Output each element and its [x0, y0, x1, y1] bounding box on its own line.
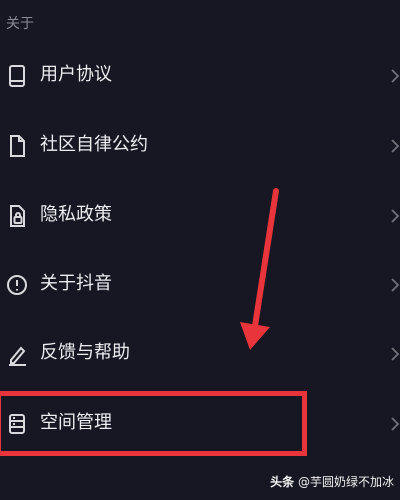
chevron-right-icon — [390, 275, 400, 295]
menu-item-label: 用户协议 — [40, 64, 112, 85]
menu-item-label: 隐私政策 — [40, 204, 112, 225]
watermark-prefix: 头条 — [270, 475, 295, 489]
chevron-right-icon — [390, 344, 400, 364]
menu-item-label: 关于抖音 — [40, 273, 112, 294]
chevron-right-icon — [390, 66, 400, 86]
menu-item-label: 反馈与帮助 — [40, 342, 130, 363]
highlight-box — [0, 391, 307, 456]
privacy-lock-icon — [6, 203, 28, 229]
pencil-icon — [6, 341, 28, 367]
chevron-right-icon — [390, 414, 400, 434]
menu-item-about-douyin[interactable]: 关于抖音 — [0, 250, 400, 320]
chevron-right-icon — [390, 206, 400, 226]
menu-item-privacy-policy[interactable]: 隐私政策 — [0, 181, 400, 251]
info-circle-icon — [6, 272, 28, 298]
section-title: 关于 — [6, 16, 34, 32]
menu-item-user-agreement[interactable]: 用户协议 — [0, 41, 400, 111]
menu-item-label: 社区自律公约 — [40, 134, 148, 155]
book-icon — [6, 63, 28, 89]
chevron-right-icon — [390, 136, 400, 156]
menu-item-community-guidelines[interactable]: 社区自律公约 — [0, 111, 400, 181]
watermark: 头条 @芋圆奶绿不加冰 — [270, 473, 394, 490]
watermark-text: @芋圆奶绿不加冰 — [297, 475, 394, 489]
menu-item-feedback-help[interactable]: 反馈与帮助 — [0, 319, 400, 389]
document-icon — [6, 133, 28, 159]
